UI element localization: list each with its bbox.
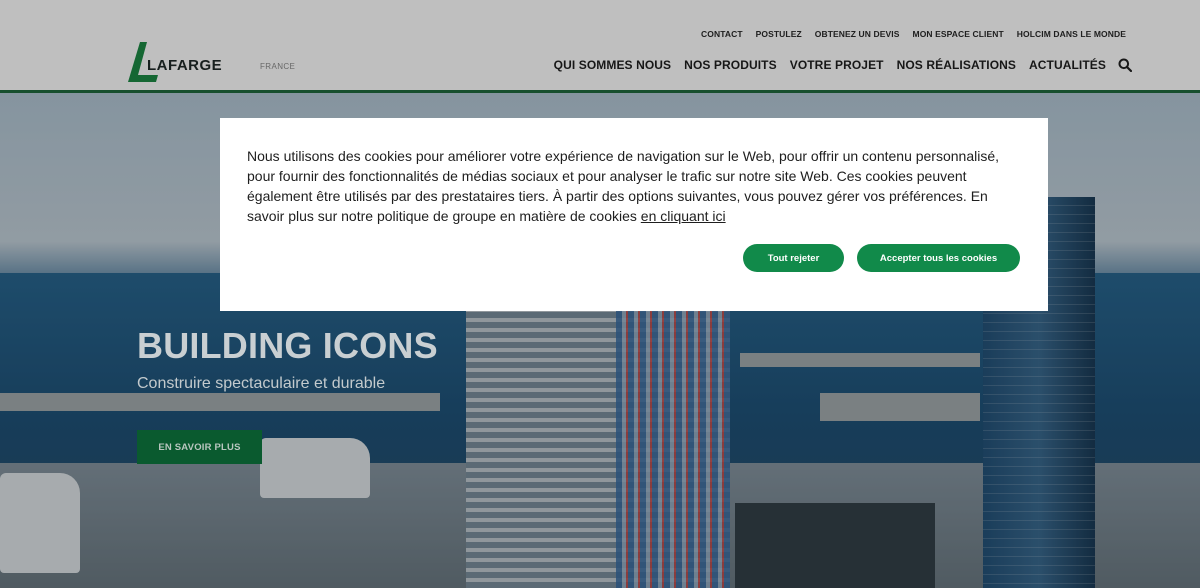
header-dim-overlay	[0, 0, 1200, 93]
accept-all-button[interactable]: Accepter tous les cookies	[857, 244, 1020, 272]
cookie-text: Nous utilisons des cookies pour améliore…	[247, 146, 1017, 226]
cookie-message: Nous utilisons des cookies pour améliore…	[247, 148, 1000, 224]
hero-cta-button[interactable]: EN SAVOIR PLUS	[137, 430, 262, 464]
cookie-policy-link[interactable]: en cliquant ici	[641, 208, 726, 224]
reject-all-button[interactable]: Tout rejeter	[743, 244, 844, 272]
cookie-banner: Nous utilisons des cookies pour améliore…	[220, 118, 1048, 311]
hero-title: BUILDING ICONS	[137, 325, 438, 366]
hero-subtitle: Construire spectaculaire et durable	[137, 375, 386, 392]
